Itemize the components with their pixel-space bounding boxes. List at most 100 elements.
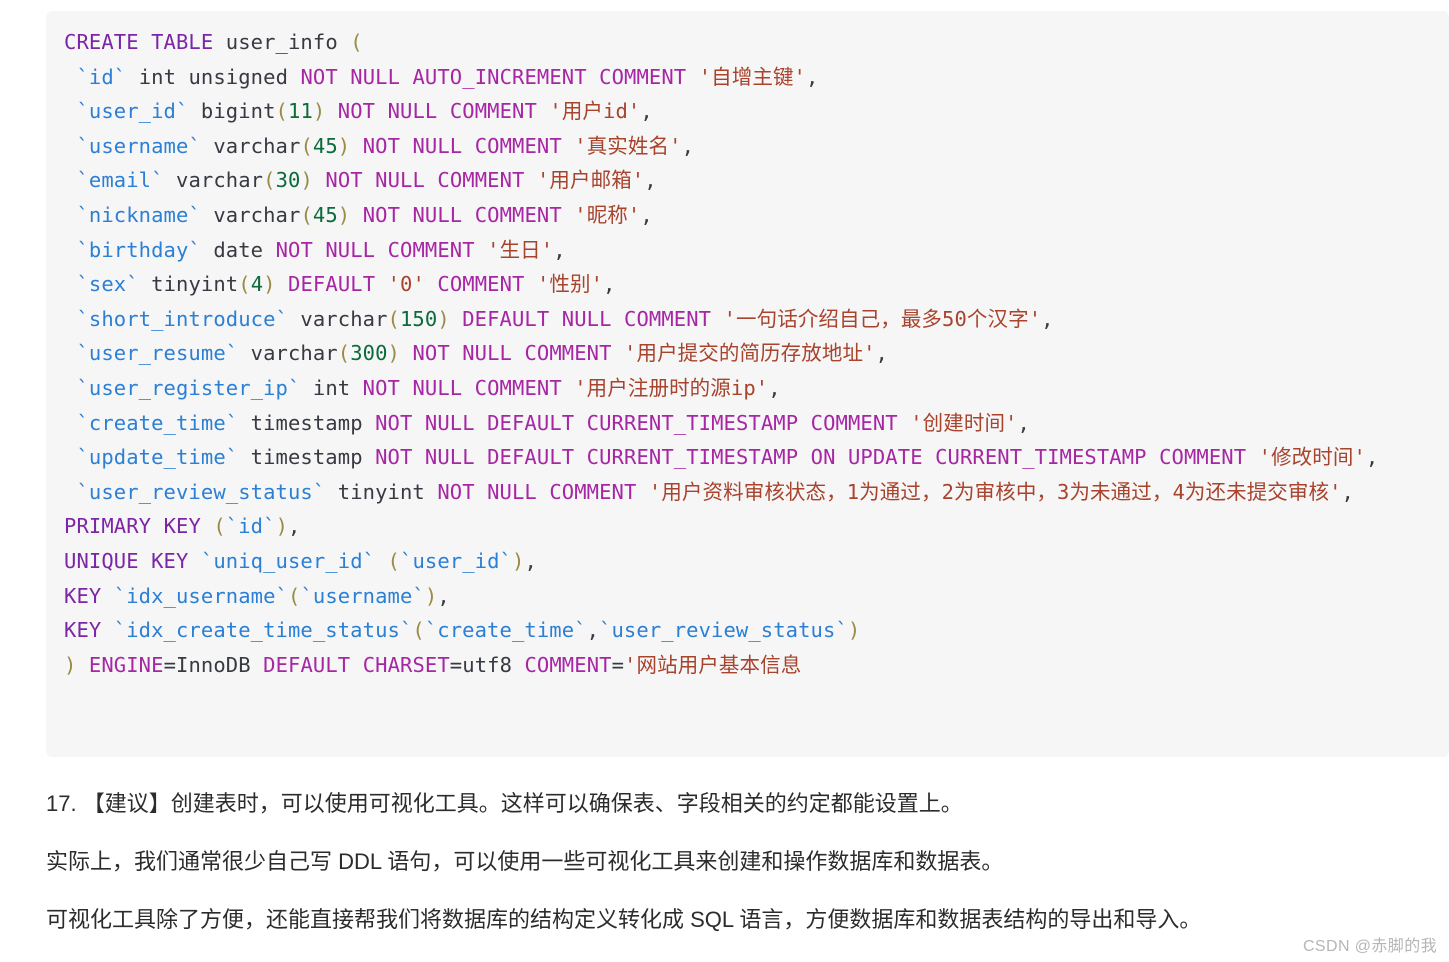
- code-token-kw2: NULL: [387, 99, 438, 124]
- code-line: `nickname` varchar(45) NOT NULL COMMENT …: [64, 203, 653, 227]
- code-token-num: 4: [250, 272, 264, 297]
- code-token-kw2: COMMENT: [474, 133, 562, 158]
- code-token-kw2: COMMENT: [474, 202, 562, 227]
- code-token-par: ): [64, 652, 77, 677]
- code-token-par: (: [337, 341, 351, 366]
- code-token-ty: varchar: [250, 341, 338, 366]
- code-token-id: `uniq_user_id`: [200, 548, 376, 573]
- code-token-kw2: NULL: [412, 202, 463, 227]
- code-token-kw2: NOT: [362, 375, 400, 400]
- code-token-kw2: NULL: [375, 168, 425, 193]
- code-token-par: ): [424, 583, 438, 608]
- code-token-kw2: NULL: [325, 237, 376, 262]
- code-token-par: (: [300, 133, 313, 158]
- code-token-kw2: CURRENT_TIMESTAMP: [586, 410, 799, 435]
- code-token-kw: KEY: [64, 618, 102, 643]
- code-token-id: `birthday`: [76, 237, 201, 262]
- code-line: `short_introduce` varchar(150) DEFAULT N…: [64, 307, 1054, 331]
- sql-code-block[interactable]: CREATE TABLE user_info ( `id` int unsign…: [46, 11, 1449, 757]
- code-token-kw2: NOT: [275, 237, 313, 262]
- code-token-kw2: COMMENT: [524, 341, 612, 366]
- code-token-punc: ,: [875, 341, 888, 366]
- code-token-punc: ,: [644, 168, 657, 193]
- code-token-ty: date: [213, 237, 264, 262]
- code-token-ty: timestamp: [250, 445, 363, 470]
- code-token-ty: utf8: [462, 652, 513, 677]
- code-token-kw2: NOT: [325, 168, 363, 193]
- code-line: `sex` tinyint(4) DEFAULT '0' COMMENT '性别…: [64, 272, 616, 296]
- code-token-str: '性别': [536, 272, 604, 297]
- code-token-ty: tinyint: [337, 479, 425, 504]
- code-token-punc: ,: [768, 375, 781, 400]
- code-token-punc: ,: [1017, 410, 1030, 435]
- code-token-par: (: [350, 30, 363, 54]
- code-token-kw2: DEFAULT: [263, 652, 351, 677]
- code-token-par: ): [312, 99, 326, 124]
- code-token-kw2: DEFAULT: [462, 306, 550, 331]
- code-token-par: ): [337, 133, 351, 158]
- code-token-ty: varchar: [176, 168, 264, 193]
- code-token-kw: KEY: [163, 514, 201, 539]
- code-token-id: `id`: [225, 514, 276, 539]
- sql-code-content[interactable]: CREATE TABLE user_info ( `id` int unsign…: [64, 25, 1431, 682]
- code-token-id: `id`: [76, 64, 127, 89]
- code-token-str: '用户提交的简历存放地址': [624, 341, 876, 366]
- code-token-kw2: COMMENT: [549, 479, 637, 504]
- code-token-kw2: COMMENT: [1159, 445, 1247, 470]
- code-token-kw2: COMMENT: [387, 237, 475, 262]
- code-token-punc: ,: [681, 133, 695, 158]
- paragraph-ddl-tools: 实际上，我们通常很少自己写 DDL 语句，可以使用一些可视化工具来创建和操作数据…: [46, 849, 1004, 874]
- csdn-watermark: CSDN @赤脚的我: [1302, 938, 1437, 955]
- code-token-punc: ,: [524, 548, 537, 573]
- code-token-kw: KEY: [151, 548, 189, 573]
- code-token-ty: tinyint: [151, 272, 239, 297]
- code-token-id: `create_time`: [76, 410, 239, 435]
- code-token-kw2: DEFAULT: [288, 272, 376, 297]
- code-token-par: ): [275, 514, 289, 539]
- code-line: `update_time` timestamp NOT NULL DEFAULT…: [64, 445, 1378, 469]
- code-token-ty: int: [138, 64, 177, 89]
- code-token-kw2: NULL: [424, 410, 475, 435]
- code-token-kw2: DEFAULT: [487, 445, 575, 470]
- code-token-par: (: [387, 548, 400, 573]
- code-token-ty: user_info: [225, 30, 338, 54]
- code-token-kw2: NOT: [300, 64, 338, 89]
- code-token-kw2: NULL: [350, 64, 401, 89]
